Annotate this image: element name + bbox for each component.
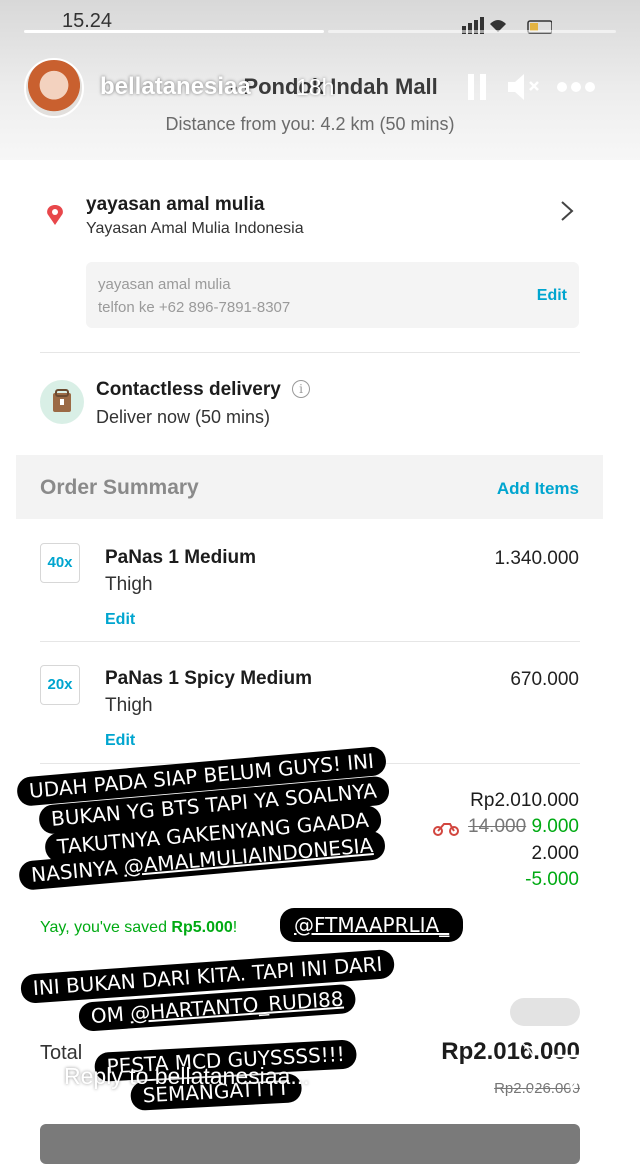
delivery-fee-old: 14.000 — [468, 816, 527, 837]
mute-icon[interactable] — [506, 72, 542, 102]
add-items-button[interactable]: Add Items — [490, 479, 579, 499]
subtotal-value: Rp2.010.000 — [470, 790, 579, 811]
progress-done — [24, 30, 324, 33]
story-username[interactable]: bellatanesiaa — [100, 73, 251, 101]
item-name: PaNas 1 Medium — [105, 547, 256, 568]
info-icon[interactable]: i — [292, 380, 310, 398]
delivery-icon — [40, 380, 84, 424]
location-pin-icon — [47, 205, 63, 225]
note-line-2: telfon ke +62 896-7891-8307 — [98, 299, 291, 316]
item-variant: Thigh — [105, 695, 153, 716]
delivery-subtitle: Deliver now (50 mins) — [96, 407, 271, 427]
more-options-icon[interactable] — [556, 80, 596, 94]
savings-prefix: Yay, you've saved — [40, 919, 172, 936]
savings-suffix: ! — [232, 919, 238, 936]
divider — [40, 352, 580, 353]
mention-sticker[interactable]: @FTMAAPRLIA_ — [280, 908, 464, 942]
savings-note: Yay, you've saved Rp5.000! — [40, 919, 237, 937]
order-summary-title: Order Summary — [40, 476, 199, 499]
progress-remaining — [328, 30, 616, 33]
divider — [40, 641, 580, 642]
discount-value: -5.000 — [525, 869, 579, 890]
bag-icon — [53, 389, 71, 412]
story-time-ago: 18h — [296, 74, 335, 100]
item-price: 670.000 — [510, 669, 579, 690]
chevron-right-icon[interactable] — [560, 200, 574, 222]
motorbike-icon — [432, 822, 459, 836]
mention-ftmaaprlia[interactable]: @FTMAAPRLIA_ — [294, 913, 449, 937]
savings-amount: Rp5.000 — [171, 919, 233, 936]
caption-text: NASINYA — [30, 854, 125, 887]
item-price: 1.340.000 — [494, 548, 579, 569]
item-qty: 20x — [40, 665, 80, 705]
edit-note-button[interactable]: Edit — [537, 287, 567, 305]
delivery-fee-row: 14.000 9.000 — [432, 816, 579, 838]
note-line-1: yayasan amal mulia — [98, 276, 231, 293]
story-progress — [24, 30, 616, 33]
pause-icon[interactable] — [466, 72, 488, 102]
caption-text: OM — [90, 1001, 132, 1029]
address-title: yayasan amal mulia — [86, 194, 265, 215]
item-qty: 40x — [40, 543, 80, 583]
delivery-title: Contactless delivery — [96, 379, 281, 400]
address-note: yayasan amal mulia telfon ke +62 896-789… — [86, 262, 579, 328]
payment-toggle[interactable] — [510, 998, 580, 1026]
reply-placeholder: Reply to bellatanesiaa... — [64, 1063, 310, 1089]
item-edit-button[interactable]: Edit — [105, 611, 135, 629]
send-icon[interactable] — [548, 1050, 596, 1094]
item-variant: Thigh — [105, 574, 153, 595]
item-edit-button[interactable]: Edit — [105, 732, 135, 750]
distance-text: Distance from you: 4.2 km (50 mins) — [165, 114, 455, 134]
order-button[interactable] — [40, 1124, 580, 1164]
address-subtitle: Yayasan Amal Mulia Indonesia — [86, 220, 304, 237]
item-name: PaNas 1 Spicy Medium — [105, 668, 312, 689]
status-icons — [462, 17, 552, 34]
user-avatar[interactable] — [24, 58, 84, 118]
delivery-fee-new: 9.000 — [531, 816, 579, 837]
service-fee-value: 2.000 — [531, 843, 579, 864]
